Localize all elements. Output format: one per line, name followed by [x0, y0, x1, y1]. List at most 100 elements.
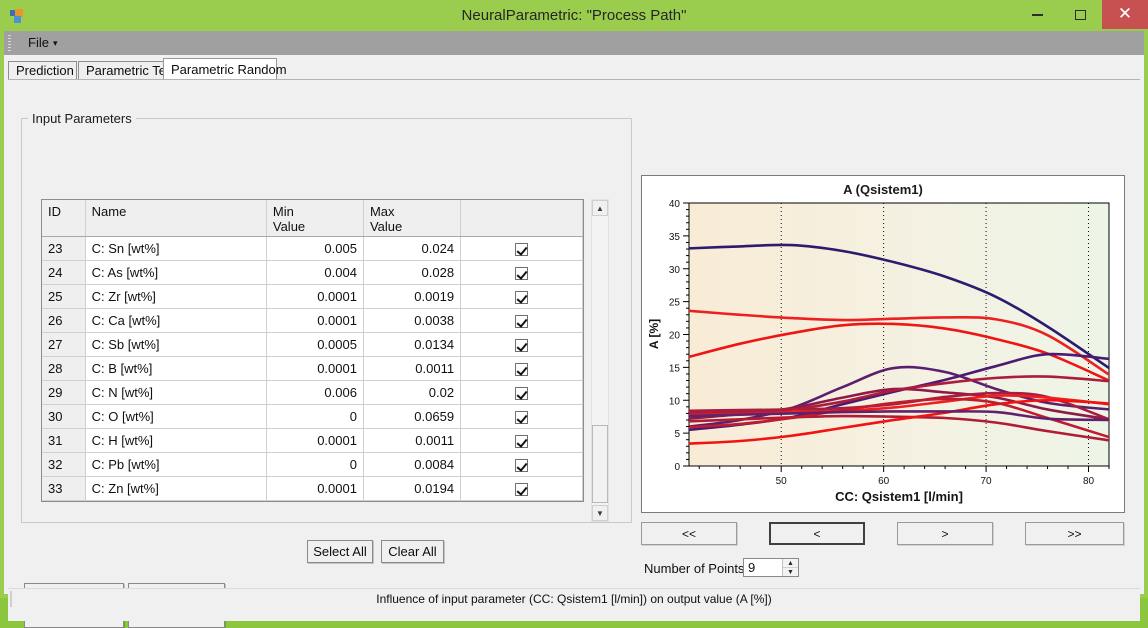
checkbox-checked-icon[interactable] — [515, 363, 528, 376]
cell-max-value[interactable]: 0.0194 — [363, 477, 460, 501]
cell-enabled-checkbox[interactable] — [461, 477, 583, 501]
tab-parametric-test[interactable]: Parametric Test — [78, 61, 174, 79]
cell-min-value[interactable]: 0.0001 — [266, 357, 363, 381]
menu-bar: File▾ — [4, 31, 1144, 55]
cell-enabled-checkbox[interactable] — [461, 405, 583, 429]
cell-min-value[interactable]: 0 — [266, 453, 363, 477]
column-header-min-value[interactable]: Min Value — [266, 200, 363, 237]
cell-max-value[interactable]: 0.0011 — [363, 357, 460, 381]
checkbox-checked-icon[interactable] — [515, 459, 528, 472]
cell-max-value[interactable]: 0.0134 — [363, 333, 460, 357]
chart-title: A (Qsistem1) — [843, 182, 923, 197]
application-window: NeuralParametric: "Process Path" ✕ File▾… — [0, 0, 1148, 598]
menu-item-file[interactable]: File▾ — [20, 33, 65, 53]
svg-text:40: 40 — [669, 199, 681, 210]
checkbox-checked-icon[interactable] — [515, 267, 528, 280]
cell-enabled-checkbox[interactable] — [461, 333, 583, 357]
cell-min-value[interactable]: 0.0001 — [266, 309, 363, 333]
cell-name: C: Sn [wt%] — [85, 237, 266, 261]
cell-enabled-checkbox[interactable] — [461, 453, 583, 477]
cell-enabled-checkbox[interactable] — [461, 357, 583, 381]
table-row[interactable]: 27C: Sb [wt%]0.00050.0134 — [42, 333, 583, 357]
nav-last-button[interactable]: >> — [1025, 522, 1124, 545]
menu-item-file-label: File — [28, 35, 49, 50]
number-of-points-value[interactable]: 9 — [748, 560, 755, 575]
checkbox-checked-icon[interactable] — [515, 291, 528, 304]
cell-enabled-checkbox[interactable] — [461, 381, 583, 405]
cell-min-value[interactable]: 0.0001 — [266, 285, 363, 309]
tab-parametric-random[interactable]: Parametric Random — [163, 58, 277, 80]
scroll-down-icon[interactable]: ▼ — [592, 505, 608, 521]
window-controls: ✕ — [1016, 0, 1148, 31]
cell-min-value[interactable]: 0.0001 — [266, 477, 363, 501]
column-header-id[interactable]: ID — [42, 200, 85, 237]
close-icon[interactable]: ✕ — [1102, 0, 1148, 29]
table-row[interactable]: 24C: As [wt%]0.0040.028 — [42, 261, 583, 285]
scrollbar-thumb[interactable] — [592, 425, 608, 503]
table-row[interactable]: 30C: O [wt%]00.0659 — [42, 405, 583, 429]
checkbox-checked-icon[interactable] — [515, 435, 528, 448]
spin-up-icon[interactable]: ▲ — [783, 559, 798, 568]
checkbox-checked-icon[interactable] — [515, 315, 528, 328]
cell-max-value[interactable]: 0.0019 — [363, 285, 460, 309]
tab-page-parametric-random: Input Parameters ID Name Min Value — [8, 79, 1140, 580]
number-of-points-spin-buttons[interactable]: ▲ ▼ — [782, 559, 798, 576]
checkbox-checked-icon[interactable] — [515, 411, 528, 424]
spin-down-icon[interactable]: ▼ — [783, 568, 798, 576]
cell-enabled-checkbox[interactable] — [461, 261, 583, 285]
table-row[interactable]: 23C: Sn [wt%]0.0050.024 — [42, 237, 583, 261]
nav-first-button[interactable]: << — [641, 522, 737, 545]
cell-max-value[interactable]: 0.02 — [363, 381, 460, 405]
menu-grip-handle[interactable] — [8, 35, 11, 51]
checkbox-checked-icon[interactable] — [515, 387, 528, 400]
clear-all-button[interactable]: Clear All — [381, 540, 444, 563]
column-header-name[interactable]: Name — [85, 200, 266, 237]
cell-min-value[interactable]: 0.004 — [266, 261, 363, 285]
cell-max-value[interactable]: 0.028 — [363, 261, 460, 285]
cell-name: C: Zn [wt%] — [85, 477, 266, 501]
table-row[interactable]: 32C: Pb [wt%]00.0084 — [42, 453, 583, 477]
cell-enabled-checkbox[interactable] — [461, 237, 583, 261]
svg-text:20: 20 — [669, 331, 681, 342]
cell-max-value[interactable]: 0.024 — [363, 237, 460, 261]
number-of-points-stepper[interactable]: 9 ▲ ▼ — [743, 558, 799, 577]
column-header-enabled[interactable] — [461, 200, 583, 237]
checkbox-checked-icon[interactable] — [515, 243, 528, 256]
cell-min-value[interactable]: 0.006 — [266, 381, 363, 405]
select-all-button[interactable]: Select All — [307, 540, 373, 563]
minimize-icon[interactable] — [1016, 0, 1059, 29]
cell-enabled-checkbox[interactable] — [461, 309, 583, 333]
table-row[interactable]: 28C: B [wt%]0.00010.0011 — [42, 357, 583, 381]
table-vertical-scrollbar[interactable]: ▲ ▼ — [591, 199, 609, 522]
table-row[interactable]: 25C: Zr [wt%]0.00010.0019 — [42, 285, 583, 309]
cell-max-value[interactable]: 0.0038 — [363, 309, 460, 333]
column-header-max-value[interactable]: Max Value — [363, 200, 460, 237]
maximize-icon[interactable] — [1059, 0, 1102, 29]
cell-min-value[interactable]: 0.0005 — [266, 333, 363, 357]
cell-min-value[interactable]: 0.005 — [266, 237, 363, 261]
table-row[interactable]: 31C: H [wt%]0.00010.0011 — [42, 429, 583, 453]
cell-max-value[interactable]: 0.0659 — [363, 405, 460, 429]
table-row[interactable]: 33C: Zn [wt%]0.00010.0194 — [42, 477, 583, 501]
chart-panel[interactable]: A (Qsistem1) 0510152025303540 50607080 A… — [641, 175, 1125, 513]
checkbox-checked-icon[interactable] — [515, 483, 528, 496]
table-body: 23C: Sn [wt%]0.0050.02424C: As [wt%]0.00… — [42, 237, 583, 501]
cell-enabled-checkbox[interactable] — [461, 429, 583, 453]
tab-strip: Prediction Parametric Test Parametric Ra… — [8, 57, 1138, 79]
svg-text:15: 15 — [669, 363, 681, 374]
input-parameters-table[interactable]: ID Name Min Value Max Value — [41, 199, 584, 502]
scroll-up-icon[interactable]: ▲ — [592, 200, 608, 216]
table-row[interactable]: 26C: Ca [wt%]0.00010.0038 — [42, 309, 583, 333]
cell-min-value[interactable]: 0 — [266, 405, 363, 429]
cell-id: 25 — [42, 285, 85, 309]
checkbox-checked-icon[interactable] — [515, 339, 528, 352]
table-row[interactable]: 29C: N [wt%]0.0060.02 — [42, 381, 583, 405]
svg-text:5: 5 — [674, 429, 680, 440]
cell-min-value[interactable]: 0.0001 — [266, 429, 363, 453]
cell-max-value[interactable]: 0.0084 — [363, 453, 460, 477]
cell-enabled-checkbox[interactable] — [461, 285, 583, 309]
tab-prediction[interactable]: Prediction — [8, 61, 77, 79]
nav-next-button[interactable]: > — [897, 522, 993, 545]
nav-previous-button[interactable]: < — [769, 522, 865, 545]
cell-max-value[interactable]: 0.0011 — [363, 429, 460, 453]
